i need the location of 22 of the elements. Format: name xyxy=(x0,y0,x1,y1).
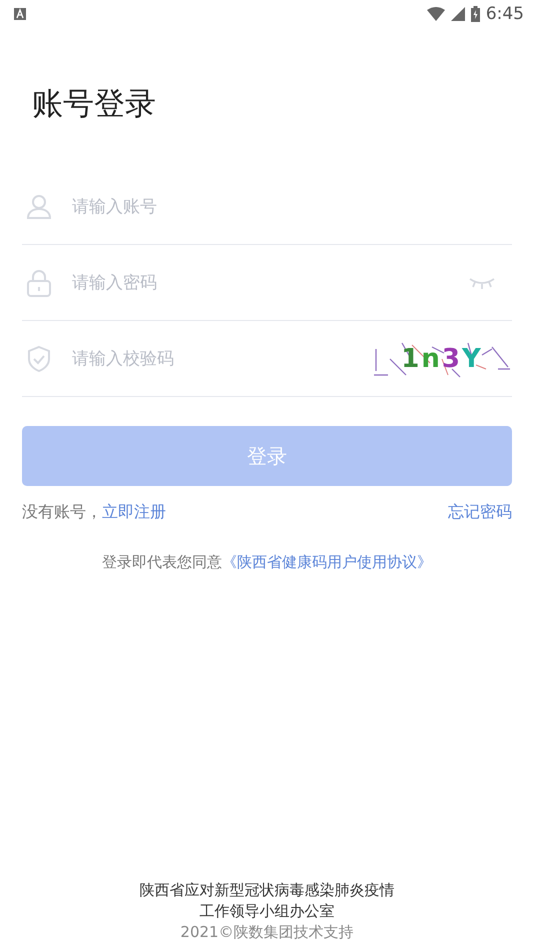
notification-icon xyxy=(14,8,26,20)
input-field[interactable]: 请输入账号 xyxy=(70,186,512,228)
input-field[interactable]: 请输入密码 xyxy=(70,262,450,304)
closed-eye-icon[interactable] xyxy=(468,276,496,290)
status-time: 6:45 xyxy=(486,4,524,24)
wifi-icon xyxy=(426,7,445,21)
no-account-text: 没有账号， xyxy=(22,502,102,522)
shield-icon xyxy=(26,344,52,373)
page-title: 账号登录 xyxy=(32,86,157,124)
footer-text: 陕西省应对新型冠状病毒感染肺炎疫情 xyxy=(140,881,394,900)
agreement-link[interactable]: 《陕西省健康码用户使用协议》 xyxy=(222,553,432,572)
user-icon xyxy=(26,194,52,220)
lock-icon xyxy=(26,268,52,297)
footer-text: 2021©陕数集团技术支持 xyxy=(180,923,354,942)
battery-icon xyxy=(470,6,480,22)
footer-text: 工作领导小组办公室 xyxy=(200,902,334,921)
captcha-image[interactable]: 1n3Y xyxy=(372,338,512,379)
forgot-password-link[interactable]: 忘记密码 xyxy=(448,502,512,524)
signal-icon xyxy=(450,7,465,21)
register-link[interactable]: 立即注册 xyxy=(102,502,166,522)
agreement-text: 登录即代表您同意 xyxy=(102,553,222,572)
input-field[interactable]: 请输入校验码 xyxy=(70,338,354,380)
